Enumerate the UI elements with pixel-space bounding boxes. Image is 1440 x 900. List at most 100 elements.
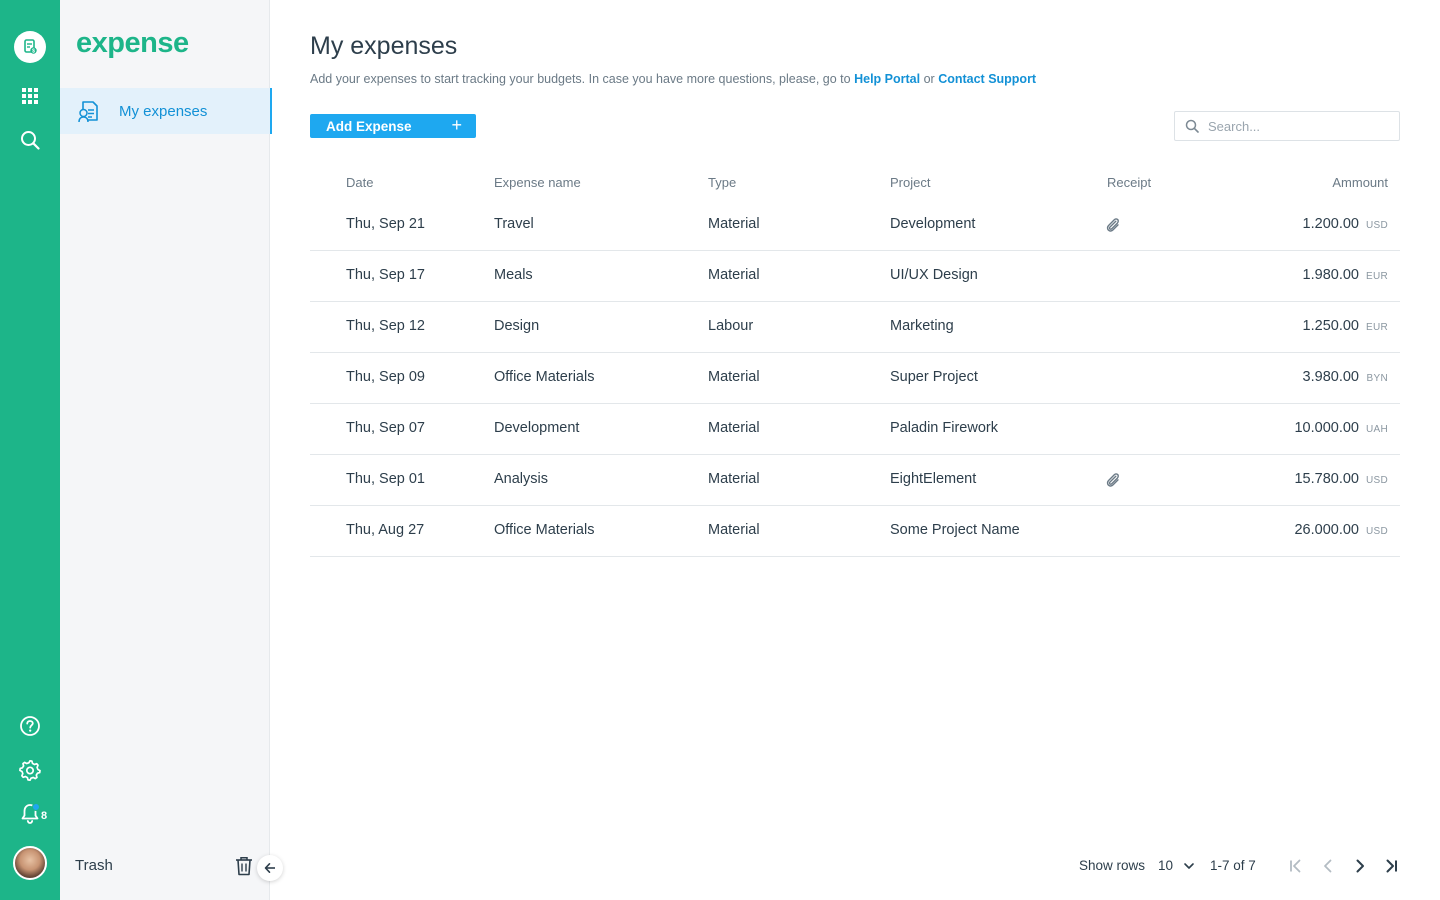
cell-expense-name: Design: [494, 318, 540, 334]
search-box[interactable]: [1174, 111, 1400, 141]
next-page-icon[interactable]: [1350, 856, 1370, 876]
cell-type: Material: [708, 369, 760, 385]
cell-amount: 1.200.00: [1302, 216, 1359, 232]
pagination-bar: Show rows 10 1-7 of 7: [270, 850, 1440, 882]
search-input[interactable]: [1208, 118, 1388, 134]
trash-label[interactable]: Trash: [75, 857, 113, 874]
cell-type: Labour: [708, 318, 754, 334]
table-row[interactable]: Thu, Sep 12 Design Labour Marketing 1.250.00…: [310, 302, 1400, 353]
search-icon: [1185, 119, 1199, 133]
bell-icon[interactable]: 8: [14, 798, 48, 830]
cell-type: Material: [708, 267, 760, 283]
help-icon[interactable]: [14, 710, 46, 742]
subtitle-or: or: [923, 72, 935, 86]
cell-expense-name: Analysis: [494, 471, 548, 487]
cell-date: Thu, Sep 09: [346, 369, 425, 385]
cell-date: Thu, Sep 12: [346, 318, 425, 334]
brand-logo: expense: [76, 27, 189, 59]
cell-expense-name: Development: [494, 420, 580, 436]
cell-type: Material: [708, 420, 760, 436]
search-icon[interactable]: [14, 124, 46, 156]
table-row[interactable]: Thu, Sep 17 Meals Material UI/UX Design 1.98…: [310, 251, 1400, 302]
table-row[interactable]: Thu, Aug 27 Office Materials Material Some …: [310, 506, 1400, 557]
last-page-icon[interactable]: [1381, 856, 1401, 876]
cell-expense-name: Meals: [494, 267, 533, 283]
column-header-project[interactable]: Project: [890, 175, 930, 190]
page-subtitle: Add your expenses to start tracking your…: [310, 72, 1036, 86]
svg-text:$: $: [32, 48, 35, 54]
column-header-expense-name[interactable]: Expense name: [494, 175, 581, 190]
cell-currency: BYN: [1366, 373, 1388, 384]
paperclip-icon[interactable]: [1104, 216, 1122, 234]
show-rows-label: Show rows: [1079, 858, 1146, 873]
notification-dot: [32, 803, 40, 811]
receipt-list-icon: [78, 99, 100, 123]
trash-icon[interactable]: [233, 855, 255, 877]
table-body: Thu, Sep 21 Travel Material Development 1.20…: [310, 200, 1400, 557]
table-row[interactable]: Thu, Sep 21 Travel Material Development 1.20…: [310, 200, 1400, 251]
main-content: My expenses Add your expenses to start t…: [270, 0, 1440, 900]
arrow-left-icon: [264, 863, 275, 873]
notification-count: 8: [41, 810, 48, 822]
page-title: My expenses: [310, 32, 458, 60]
add-expense-label: Add Expense: [326, 118, 412, 134]
expenses-table: Date Expense name Type Project Receipt A…: [310, 160, 1400, 557]
help-portal-link[interactable]: Help Portal: [854, 72, 920, 86]
sidebar-item-my-expenses[interactable]: My expenses: [60, 88, 272, 134]
expense-logo-icon[interactable]: $: [14, 31, 46, 63]
chevron-down-icon[interactable]: [1182, 859, 1196, 873]
subtitle-text: Add your expenses to start tracking your…: [310, 72, 851, 86]
pagination-range: 1-7 of 7: [1210, 858, 1256, 873]
cell-currency: UAH: [1365, 424, 1388, 435]
cell-date: Thu, Sep 07: [346, 420, 425, 436]
column-header-receipt[interactable]: Receipt: [1107, 175, 1151, 190]
plus-icon: +: [451, 115, 462, 135]
cell-project: Marketing: [890, 318, 954, 334]
cell-currency: USD: [1365, 526, 1388, 537]
cell-currency: USD: [1365, 220, 1388, 231]
cell-project: Some Project Name: [890, 522, 1020, 538]
paperclip-icon[interactable]: [1104, 471, 1122, 489]
add-expense-button[interactable]: Add Expense +: [310, 114, 476, 138]
first-page-icon[interactable]: [1286, 856, 1306, 876]
apps-grid-icon[interactable]: [14, 80, 46, 112]
cell-date: Thu, Sep 17: [346, 267, 425, 283]
sidebar: expense My expenses Trash: [60, 0, 272, 900]
table-row[interactable]: Thu, Sep 07 Development Material Paladin Fi…: [310, 404, 1400, 455]
column-header-type[interactable]: Type: [708, 175, 736, 190]
cell-amount: 26.000.00: [1294, 522, 1359, 538]
cell-expense-name: Office Materials: [494, 369, 595, 385]
cell-project: Paladin Firework: [890, 420, 998, 436]
cell-project: Super Project: [890, 369, 978, 385]
cell-currency: EUR: [1365, 271, 1388, 282]
cell-project: EightElement: [890, 471, 977, 487]
cell-type: Material: [708, 471, 760, 487]
cell-amount: 1.250.00: [1302, 318, 1359, 334]
previous-page-icon[interactable]: [1318, 856, 1338, 876]
avatar[interactable]: [13, 846, 47, 880]
icon-rail: $ 8: [0, 0, 60, 900]
cell-project: UI/UX Design: [890, 267, 978, 283]
cell-date: Thu, Sep 21: [346, 216, 425, 232]
column-header-amount[interactable]: Ammount: [1332, 175, 1388, 190]
cell-amount: 3.980.00: [1302, 369, 1359, 385]
cell-type: Material: [708, 216, 760, 232]
cell-expense-name: Office Materials: [494, 522, 595, 538]
cell-currency: EUR: [1365, 322, 1388, 333]
cell-amount: 1.980.00: [1302, 267, 1359, 283]
table-row[interactable]: Thu, Sep 09 Office Materials Material Super…: [310, 353, 1400, 404]
cell-type: Material: [708, 522, 760, 538]
rows-per-page-select[interactable]: 10: [1158, 858, 1173, 873]
settings-icon[interactable]: [14, 754, 46, 786]
table-header: Date Expense name Type Project Receipt A…: [310, 160, 1400, 200]
cell-date: Thu, Sep 01: [346, 471, 425, 487]
cell-amount: 15.780.00: [1294, 471, 1359, 487]
contact-support-link[interactable]: Contact Support: [938, 72, 1036, 86]
table-row[interactable]: Thu, Sep 01 Analysis Material EightElement 1…: [310, 455, 1400, 506]
cell-project: Development: [890, 216, 976, 232]
cell-expense-name: Travel: [494, 216, 534, 232]
collapse-sidebar-button[interactable]: [257, 855, 283, 881]
cell-date: Thu, Aug 27: [346, 522, 425, 538]
cell-amount: 10.000.00: [1294, 420, 1359, 436]
column-header-date[interactable]: Date: [346, 175, 373, 190]
